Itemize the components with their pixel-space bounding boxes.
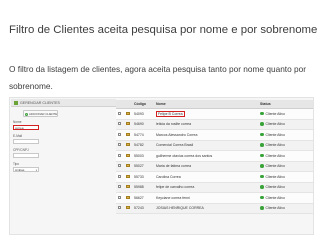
edit-icon[interactable] bbox=[126, 153, 130, 157]
table-row[interactable]: 54782 Comercial Correa Brasil Cliente At… bbox=[116, 140, 313, 151]
cell-name: Comercial Correa Brasil bbox=[154, 140, 258, 151]
nome-filter-input[interactable]: correa bbox=[13, 125, 39, 130]
status-active-icon bbox=[260, 132, 264, 137]
cell-name: felipe de carvalho correa bbox=[154, 182, 258, 193]
row-checkbox[interactable] bbox=[118, 195, 121, 199]
slide-body-text: O filtro da listagem de clientes, agora … bbox=[9, 64, 307, 91]
edit-icon[interactable] bbox=[126, 132, 130, 136]
cell-status: Cliente Ativo bbox=[258, 150, 313, 162]
table-row[interactable]: 54774 Marcos Alessandro Correa Cliente A… bbox=[116, 129, 313, 141]
row-checkbox[interactable] bbox=[118, 153, 121, 157]
status-active-icon bbox=[260, 174, 264, 179]
table-row[interactable]: 55027 Maria de fatima correa Cliente Ati… bbox=[116, 161, 313, 172]
row-checkbox[interactable] bbox=[118, 132, 121, 136]
status-active-icon bbox=[260, 153, 264, 158]
add-client-label: ADICIONAR CLIENTE bbox=[29, 112, 58, 116]
table-row[interactable]: 55733 Carolina Correa Cliente Ativo bbox=[116, 171, 313, 183]
tipo-select[interactable]: Ambas ▾ bbox=[13, 167, 39, 172]
cell-status: Cliente Ativo bbox=[258, 140, 313, 151]
nome-label: Nome bbox=[13, 120, 22, 124]
edit-icon[interactable] bbox=[126, 185, 130, 189]
cpf-label: CPF/CNPJ bbox=[13, 148, 29, 152]
edit-icon[interactable] bbox=[126, 195, 130, 199]
cell-code: 54782 bbox=[132, 140, 154, 151]
highlighted-name: Felipe B Correa bbox=[156, 110, 185, 117]
cell-name: leticia da rosilte correa bbox=[154, 119, 258, 130]
cell-name: JOSIAS HENRIQUE CORREA bbox=[154, 203, 258, 214]
table-header-row: Código Nome Status bbox=[116, 100, 313, 109]
header-check bbox=[116, 100, 124, 109]
status-active-icon bbox=[260, 111, 264, 116]
cpf-filter-input[interactable] bbox=[13, 153, 39, 158]
cell-code: 57243 bbox=[132, 203, 154, 214]
edit-icon[interactable] bbox=[126, 164, 130, 168]
chevron-down-icon: ▾ bbox=[35, 169, 37, 172]
row-checkbox[interactable] bbox=[118, 206, 121, 210]
header-name: Nome bbox=[154, 100, 258, 109]
section-header: GERENCIAR CLIENTES bbox=[11, 99, 116, 107]
edit-icon[interactable] bbox=[126, 122, 130, 126]
header-code: Código bbox=[132, 100, 154, 109]
email-filter-input[interactable] bbox=[13, 139, 39, 144]
cell-status: Cliente Ativo bbox=[258, 129, 313, 141]
table-row[interactable]: 54093 Felipe B Correa Cliente Ativo bbox=[116, 108, 313, 120]
row-checkbox[interactable] bbox=[118, 122, 121, 126]
plus-icon: + bbox=[25, 112, 28, 116]
table-row[interactable]: 55988 felipe de carvalho correa Cliente … bbox=[116, 182, 313, 193]
cell-status: Cliente Ativo bbox=[258, 161, 313, 172]
status-active-icon bbox=[260, 164, 264, 168]
cell-status: Cliente Ativo bbox=[258, 203, 313, 214]
row-checkbox[interactable] bbox=[118, 185, 121, 189]
section-title: GERENCIAR CLIENTES bbox=[20, 101, 60, 105]
status-active-icon bbox=[260, 206, 264, 210]
status-active-icon bbox=[260, 122, 264, 126]
cell-code: 54774 bbox=[132, 129, 154, 141]
edit-icon[interactable] bbox=[126, 174, 130, 178]
edit-icon[interactable] bbox=[126, 143, 130, 147]
cell-name: Marcos Alessandro Correa bbox=[154, 129, 258, 141]
row-checkbox[interactable] bbox=[118, 164, 121, 168]
table-row[interactable]: 56627 Keyciane correa fenni Cliente Ativ… bbox=[116, 192, 313, 204]
cell-status: Cliente Ativo bbox=[258, 119, 313, 130]
app-screenshot: GERENCIAR CLIENTES + ADICIONAR CLIENTE No… bbox=[9, 97, 314, 235]
cell-code: 56627 bbox=[132, 192, 154, 204]
cell-status: Cliente Ativo bbox=[258, 182, 313, 193]
row-checkbox[interactable] bbox=[118, 174, 121, 178]
cell-code: 55733 bbox=[132, 171, 154, 183]
table-row[interactable]: 57243 JOSIAS HENRIQUE CORREA Cliente Ati… bbox=[116, 203, 313, 214]
cell-code: 55027 bbox=[132, 161, 154, 172]
cell-status: Cliente Ativo bbox=[258, 171, 313, 183]
tipo-selected-value: Ambas bbox=[15, 168, 25, 172]
status-active-icon bbox=[260, 143, 264, 147]
cell-status: Cliente Ativo bbox=[258, 108, 313, 120]
cell-name: Keyciane correa fenni bbox=[154, 192, 258, 204]
cell-code: 55988 bbox=[132, 182, 154, 193]
users-icon bbox=[14, 101, 18, 105]
table-row[interactable]: 54690 leticia da rosilte correa Cliente … bbox=[116, 119, 313, 130]
row-checkbox[interactable] bbox=[118, 143, 121, 147]
email-label: E-Mail bbox=[13, 134, 23, 138]
cell-name: Felipe B Correa bbox=[154, 108, 258, 120]
row-checkbox[interactable] bbox=[118, 111, 121, 115]
cell-code: 55003 bbox=[132, 150, 154, 162]
clients-table: Código Nome Status 54093 Felipe B Correa… bbox=[116, 100, 313, 214]
cell-code: 54690 bbox=[132, 119, 154, 130]
tipo-label: Tipo bbox=[13, 162, 20, 166]
status-active-icon bbox=[260, 195, 264, 200]
header-status: Status bbox=[258, 100, 313, 109]
edit-icon[interactable] bbox=[126, 111, 130, 115]
cell-code: 54093 bbox=[132, 108, 154, 120]
add-client-button[interactable]: + ADICIONAR CLIENTE bbox=[23, 110, 58, 117]
slide-title: Filtro de Clientes aceita pesquisa por n… bbox=[9, 24, 318, 36]
cell-name: guilherme otavius correa dos santos bbox=[154, 150, 258, 162]
header-edit bbox=[124, 100, 132, 109]
table-row[interactable]: 55003 guilherme otavius correa dos santo… bbox=[116, 150, 313, 162]
edit-icon[interactable] bbox=[126, 206, 130, 210]
status-active-icon bbox=[260, 185, 264, 189]
cell-name: Maria de fatima correa bbox=[154, 161, 258, 172]
cell-status: Cliente Ativo bbox=[258, 192, 313, 204]
cell-name: Carolina Correa bbox=[154, 171, 258, 183]
